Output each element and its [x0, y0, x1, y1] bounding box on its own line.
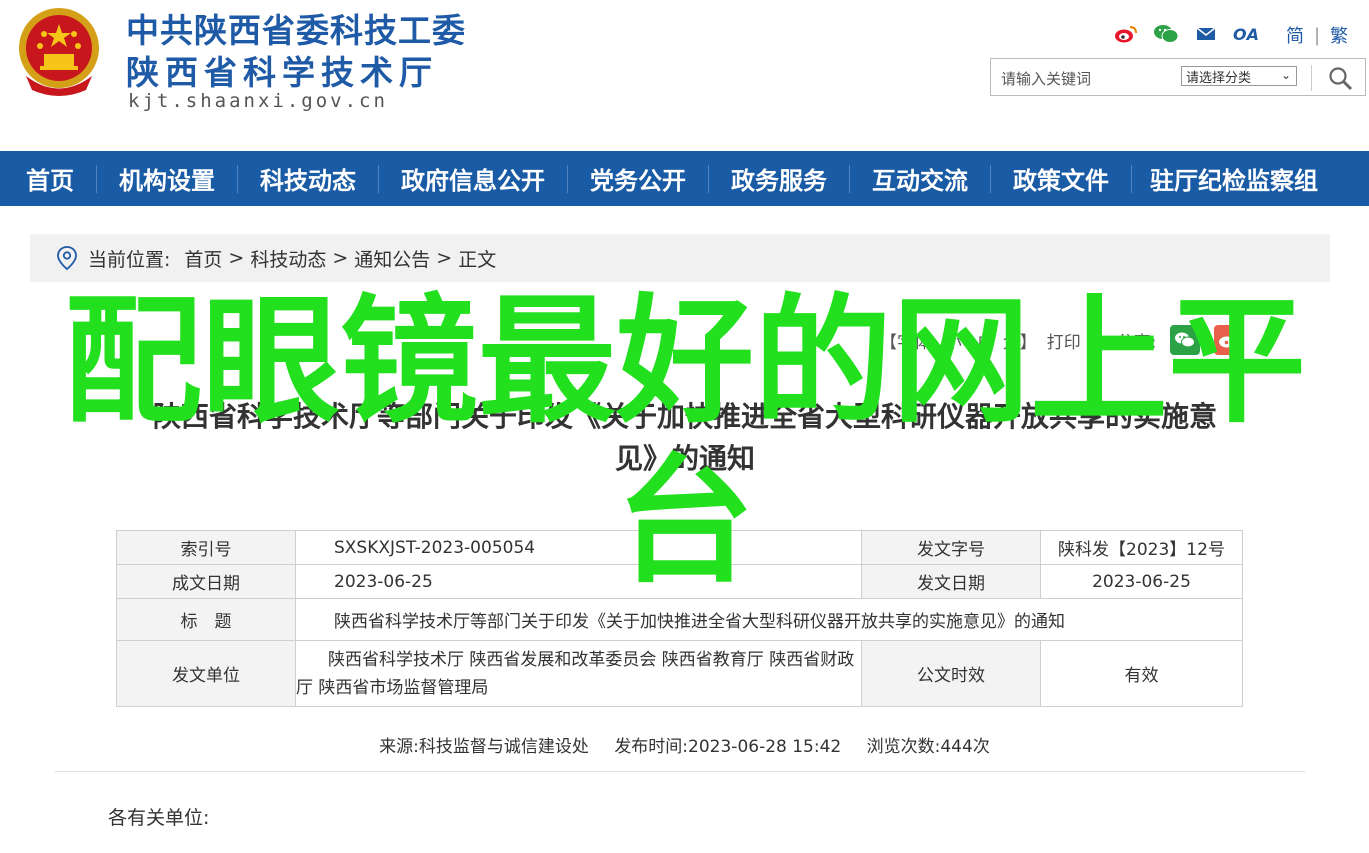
top-icon-bar: OA	[1112, 20, 1272, 48]
site-header: 中共陕西省委科技工委 陕西省科学技术厅 kjt.shaanxi.gov.cn O…	[0, 0, 1369, 150]
font-medium-button[interactable]: 中	[978, 328, 995, 353]
location-pin-icon	[57, 246, 77, 271]
print-button[interactable]: 打印	[1047, 328, 1081, 353]
weibo-share-icon[interactable]	[1214, 325, 1245, 355]
table-row: 成文日期 2023-06-25 发文日期 2023-06-25	[116, 564, 1243, 599]
lang-separator: |	[1314, 24, 1321, 46]
breadcrumb-home[interactable]: 首页	[184, 245, 222, 272]
nav-gov-info[interactable]: 政府信息公开	[379, 151, 567, 206]
nav-interaction[interactable]: 互动交流	[850, 151, 990, 206]
share-label: 分享:	[1116, 332, 1157, 353]
search-button[interactable]	[1327, 65, 1355, 91]
issued-date-value: 2023-06-25	[1040, 564, 1243, 599]
nav-organization[interactable]: 机构设置	[97, 151, 237, 206]
subject-value: 陕西省科学技术厅等部门关于印发《关于加快推进全省大型科研仪器开放共享的实施意见》…	[295, 598, 1243, 641]
index-number-label: 索引号	[116, 530, 296, 565]
document-metadata-table: 索引号 SXSKXJST-2023-005054 发文字号 陕科发【2023】1…	[116, 530, 1243, 707]
site-domain: kjt.shaanxi.gov.cn	[128, 90, 388, 112]
index-number-value: SXSKXJST-2023-005054	[295, 530, 862, 565]
breadcrumb-notices[interactable]: 通知公告	[354, 245, 430, 272]
written-date-value: 2023-06-25	[295, 564, 862, 599]
body-greeting: 各有关单位:	[108, 807, 210, 829]
breadcrumb-current: 正文	[458, 248, 497, 271]
publish-time: 发布时间:2023-06-28 15:42	[614, 737, 842, 757]
search-divider	[1311, 65, 1312, 91]
font-size-label: 【字体:	[880, 332, 937, 353]
validity-label: 公文时效	[861, 640, 1041, 707]
breadcrumb-separator: >	[332, 247, 349, 269]
table-row: 标 题 陕西省科学技术厅等部门关于印发《关于加快推进全省大型科研仪器开放共享的实…	[116, 598, 1243, 641]
source-text: 来源:科技监督与诚信建设处	[379, 737, 589, 757]
nav-tech-news[interactable]: 科技动态	[238, 151, 378, 206]
lang-traditional-link[interactable]: 繁	[1330, 22, 1348, 48]
issuer-value: 陕西省科学技术厅 陕西省发展和改革委员会 陕西省教育厅 陕西省财政厅 陕西省市场…	[295, 640, 862, 707]
search-bar: 请选择分类 ⌄	[990, 58, 1366, 96]
breadcrumb-separator: >	[228, 247, 245, 269]
issuer-label: 发文单位	[116, 640, 296, 707]
wechat-icon[interactable]	[1152, 21, 1180, 47]
nav-policy-docs[interactable]: 政策文件	[991, 151, 1131, 206]
written-date-label: 成文日期	[116, 564, 296, 599]
doc-number-value: 陕科发【2023】12号	[1040, 530, 1243, 565]
article-source-line: 来源:科技监督与诚信建设处 发布时间:2023-06-28 15:42 浏览次数…	[0, 732, 1369, 757]
search-input[interactable]	[999, 65, 1171, 93]
lang-simplified-link[interactable]: 简	[1286, 22, 1304, 48]
article-title-line-2: 见》的通知	[614, 442, 755, 475]
view-count: 浏览次数:444次	[866, 737, 990, 757]
category-select[interactable]: 请选择分类 ⌄	[1181, 66, 1297, 86]
main-nav: 首页 机构设置 科技动态 政府信息公开 党务公开 政务服务 互动交流 政策文件 …	[0, 151, 1369, 206]
font-small-button[interactable]: 小	[945, 328, 962, 353]
article-title-line-1: 陕西省科学技术厅等部门关于印发《关于加快推进全省大型科研仪器开放共享的实施意	[152, 400, 1217, 433]
content-divider	[55, 771, 1305, 772]
article-title: 陕西省科学技术厅等部门关于印发《关于加快推进全省大型科研仪器开放共享的实施意 见…	[40, 396, 1330, 480]
weibo-icon[interactable]	[1112, 21, 1140, 47]
oa-icon[interactable]: OA	[1232, 21, 1260, 47]
wechat-share-icon[interactable]	[1170, 325, 1201, 355]
org-title-primary: 中共陕西省委科技工委	[126, 11, 466, 50]
chevron-down-icon: ⌄	[1280, 68, 1291, 82]
search-icon	[1329, 67, 1353, 91]
category-select-value: 请选择分类	[1186, 70, 1252, 86]
font-bracket-close: 】	[1019, 332, 1037, 353]
nav-gov-services[interactable]: 政务服务	[709, 151, 849, 206]
national-emblem-logo[interactable]	[16, 6, 102, 96]
breadcrumb-prefix: 当前位置:	[88, 248, 171, 271]
table-row: 发文单位 陕西省科学技术厅 陕西省发展和改革委员会 陕西省教育厅 陕西省财政厅 …	[116, 640, 1243, 707]
breadcrumb: 当前位置: 首页 > 科技动态 > 通知公告 > 正文	[30, 234, 1330, 282]
nav-party-affairs[interactable]: 党务公开	[568, 151, 708, 206]
org-title-secondary: 陕西省科学技术厅	[126, 53, 438, 92]
breadcrumb-separator: >	[436, 247, 453, 269]
doc-number-label: 发文字号	[861, 530, 1041, 565]
nav-discipline-group[interactable]: 驻厅纪检监察组	[1132, 151, 1328, 206]
subject-label: 标 题	[116, 598, 296, 641]
article-tools: 【字体: 小 中 大 】 打印 分享:	[880, 324, 1245, 356]
font-large-button[interactable]: 大	[1003, 328, 1020, 353]
mail-icon[interactable]	[1192, 21, 1220, 47]
language-switch: 简 | 繁	[1286, 22, 1348, 48]
nav-home[interactable]: 首页	[0, 151, 96, 206]
validity-value: 有效	[1040, 640, 1243, 707]
breadcrumb-tech-news[interactable]: 科技动态	[250, 245, 326, 272]
table-row: 索引号 SXSKXJST-2023-005054 发文字号 陕科发【2023】1…	[116, 530, 1243, 565]
issued-date-label: 发文日期	[861, 564, 1041, 599]
